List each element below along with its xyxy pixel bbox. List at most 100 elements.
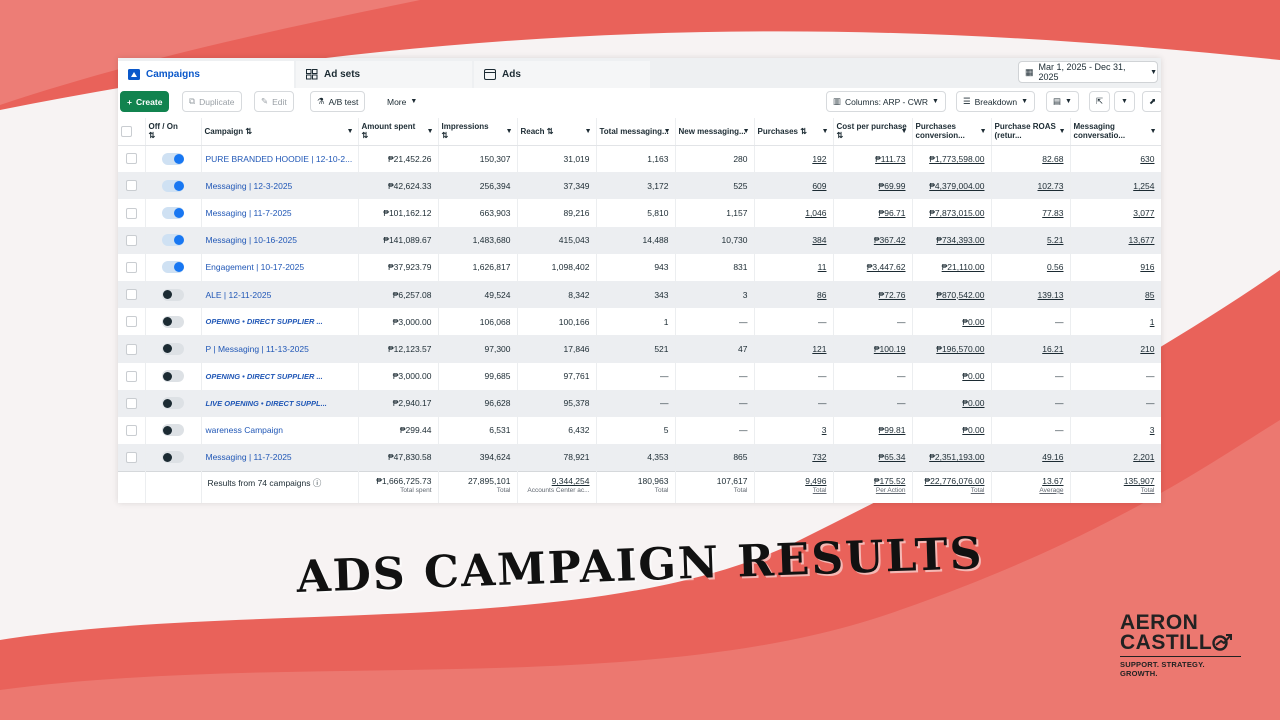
campaign-name[interactable]: wareness Campaign (201, 416, 359, 445)
header-campaign[interactable]: Campaign ⇅ ▼ (201, 118, 359, 146)
footer-cost-per-purchase-value[interactable]: ₱175.52 (874, 476, 906, 486)
conversion-cell-value[interactable]: ₱21,110.00 (942, 262, 985, 272)
duplicate-button[interactable]: ⧉ Duplicate (182, 91, 242, 112)
select-all-checkbox[interactable] (121, 125, 132, 137)
conversion-cell-value[interactable]: ₱734,393.00 (936, 235, 984, 245)
row-checkbox[interactable] (125, 261, 137, 273)
roas-cell-value[interactable]: 139.13 (1038, 290, 1064, 300)
toggle-cell[interactable] (145, 280, 202, 309)
messaging-conversation-cell-value[interactable]: 1 (1150, 317, 1155, 327)
campaign-name[interactable]: Engagement | 10-17-2025 (201, 253, 359, 281)
header-purchase-roas[interactable]: Purchase ROAS (retur... ▼ (991, 118, 1071, 146)
campaign-name[interactable]: ALE | 12-11-2025 (201, 280, 359, 309)
table-row[interactable]: P | Messaging | 11-13-2025 ₱12,123.57 97,3… (118, 335, 1161, 363)
cost-per-purchase-cell-value[interactable]: ₱367.42 (874, 235, 906, 245)
campaign-toggle[interactable] (162, 397, 184, 410)
roas-cell-value[interactable]: 5.21 (1047, 235, 1064, 245)
header-purchases[interactable]: Purchases ⇅ ▼ (754, 118, 834, 146)
row-checkbox[interactable] (125, 234, 137, 246)
campaign-name[interactable]: Messaging | 12-3-2025 (201, 172, 359, 200)
cost-per-purchase-cell-value[interactable]: ₱99.81 (879, 425, 906, 435)
campaign-toggle[interactable] (162, 234, 184, 247)
table-row[interactable]: Messaging | 10-16-2025 ₱141,089.67 1,483,6… (118, 226, 1161, 254)
messaging-conversation-cell-value[interactable]: 630 (1140, 154, 1154, 164)
footer-reach-value[interactable]: 9,344,254 (552, 476, 590, 486)
table-row[interactable]: Messaging | 11-7-2025 ₱47,830.58 394,624 78… (118, 444, 1161, 472)
campaign-toggle[interactable] (162, 370, 184, 383)
purchases-cell-value[interactable]: 192 (812, 154, 826, 164)
cost-per-purchase-cell-value[interactable]: ₱111.73 (875, 154, 905, 164)
toggle-cell[interactable] (145, 199, 202, 227)
campaign-name[interactable]: PURE BRANDED HOODIE | 12-10-2... (201, 145, 359, 173)
select-all-header[interactable] (118, 118, 146, 146)
tab-ads[interactable]: Ads (474, 61, 650, 88)
campaign-toggle[interactable] (162, 152, 184, 165)
purchases-cell-value[interactable]: 1,046 (805, 208, 826, 218)
campaign-name[interactable]: OPENING • DIRECT SUPPLIER ... (201, 362, 359, 390)
row-checkbox[interactable] (125, 289, 137, 301)
campaign-toggle[interactable] (162, 261, 184, 274)
toggle-cell[interactable] (145, 444, 202, 472)
table-row[interactable]: OPENING • DIRECT SUPPLIER ... ₱3,000.00 10… (118, 308, 1161, 336)
tab-campaigns[interactable]: Campaigns (118, 61, 294, 88)
header-impressions[interactable]: Impressions ⇅ ▼ (438, 118, 518, 146)
create-button[interactable]: + Create (120, 91, 170, 112)
row-checkbox[interactable] (125, 343, 137, 355)
purchases-cell-value[interactable]: 384 (812, 235, 826, 245)
purchases-cell-value[interactable]: 732 (812, 452, 826, 462)
campaign-toggle[interactable] (162, 424, 184, 437)
messaging-conversation-cell-value[interactable]: 2,201 (1133, 452, 1154, 462)
toggle-cell[interactable] (145, 362, 202, 390)
header-reach[interactable]: Reach ⇅ ▼ (517, 118, 597, 146)
roas-cell-value[interactable]: 102.73 (1038, 181, 1064, 191)
conversion-cell-value[interactable]: ₱870,542.00 (936, 290, 984, 300)
messaging-conversation-cell-value[interactable]: 85 (1145, 290, 1154, 300)
toggle-cell[interactable] (145, 253, 202, 281)
row-checkbox-cell[interactable] (118, 172, 146, 200)
purchases-cell-value[interactable]: 86 (817, 290, 826, 300)
row-checkbox[interactable] (125, 316, 137, 328)
cost-per-purchase-cell-value[interactable]: ₱65.34 (879, 452, 906, 462)
messaging-conversation-cell-value[interactable]: 13,677 (1129, 235, 1155, 245)
campaign-name[interactable]: Messaging | 10-16-2025 (201, 226, 359, 254)
row-checkbox-cell[interactable] (118, 253, 146, 281)
table-row[interactable]: ALE | 12-11-2025 ₱6,257.08 49,524 8,342 343 3… (118, 280, 1161, 309)
campaign-name[interactable]: P | Messaging | 11-13-2025 (201, 335, 359, 363)
campaign-name[interactable]: Messaging | 11-7-2025 (201, 444, 359, 472)
campaign-name[interactable]: LIVE OPENING • DIRECT SUPPL... (201, 389, 359, 417)
cost-per-purchase-cell-value[interactable]: ₱69.99 (879, 181, 906, 191)
row-checkbox-cell[interactable] (118, 335, 146, 363)
conversion-cell-value[interactable]: ₱0.00 (962, 398, 984, 408)
row-checkbox[interactable] (125, 153, 137, 165)
toggle-cell[interactable] (145, 172, 202, 200)
purchases-cell-value[interactable]: 3 (822, 425, 827, 435)
more-button[interactable]: More ▼ (380, 91, 425, 112)
toggle-cell[interactable] (145, 308, 202, 336)
footer-purchases-value[interactable]: 9,496 (805, 476, 826, 486)
campaign-toggle[interactable] (162, 342, 184, 355)
conversion-cell-value[interactable]: ₱4,379,004.00 (929, 181, 984, 191)
header-toggle[interactable]: Off / On ⇅ (145, 118, 202, 146)
row-checkbox[interactable] (125, 180, 137, 192)
conversion-cell-value[interactable]: ₱0.00 (962, 371, 984, 381)
messaging-conversation-cell-value[interactable]: 3 (1150, 425, 1155, 435)
messaging-conversation-cell-value[interactable]: 916 (1140, 262, 1154, 272)
reports-button[interactable]: ▤ ▼ (1046, 91, 1079, 112)
conversion-cell-value[interactable]: ₱0.00 (962, 425, 984, 435)
campaign-toggle[interactable] (162, 179, 184, 192)
row-checkbox[interactable] (125, 397, 137, 409)
header-total-messaging[interactable]: Total messaging... ▼ (596, 118, 676, 146)
purchases-cell-value[interactable]: 609 (812, 181, 826, 191)
toggle-cell[interactable] (145, 416, 202, 445)
footer-messaging-conversation-value[interactable]: 135,907 (1124, 476, 1155, 486)
roas-cell-value[interactable]: 0.56 (1047, 262, 1064, 272)
row-checkbox-cell[interactable] (118, 444, 146, 472)
messaging-conversation-cell-value[interactable]: 1,254 (1133, 181, 1154, 191)
chart-button[interactable]: ⬈ (1142, 91, 1161, 112)
row-checkbox-cell[interactable] (118, 389, 146, 417)
row-checkbox-cell[interactable] (118, 226, 146, 254)
campaign-toggle[interactable] (162, 451, 184, 464)
cost-per-purchase-cell-value[interactable]: ₱3,447.62 (867, 262, 906, 272)
row-checkbox[interactable] (125, 452, 137, 464)
conversion-cell-value[interactable]: ₱1,773,598.00 (929, 154, 984, 164)
